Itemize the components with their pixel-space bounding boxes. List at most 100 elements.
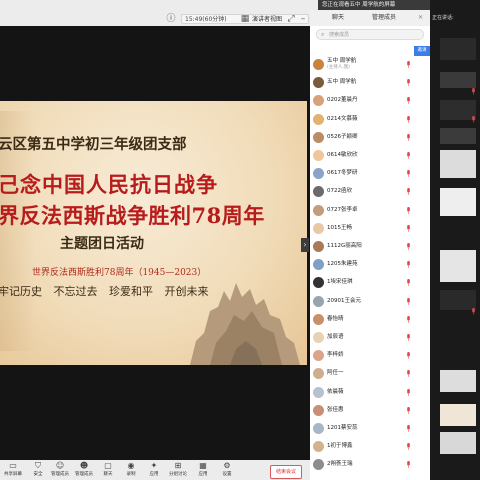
invite-button[interactable]: 邀请	[414, 46, 430, 56]
video-tile[interactable]	[440, 128, 476, 144]
participant-row[interactable]: 0722函欣	[310, 184, 414, 199]
toolbar-apps-button[interactable]: ✦ 应用	[143, 460, 165, 480]
participant-name: 五中 周学航	[327, 58, 357, 64]
fullscreen-icon[interactable]: ⤢	[286, 14, 296, 24]
video-tile[interactable]	[440, 188, 476, 216]
avatar	[313, 95, 324, 107]
participant-row[interactable]: 李梓娇	[310, 348, 414, 363]
toolbar-security-button[interactable]: ⛉ 安全	[27, 460, 49, 480]
mic-muted-icon	[407, 461, 410, 469]
toolbar-settings-button[interactable]: ⚙ 设置	[216, 460, 238, 480]
minimize-icon[interactable]: –	[298, 14, 308, 24]
participant-row[interactable]: 1201蔡安蕊	[310, 421, 414, 436]
mic-muted-icon	[407, 97, 410, 105]
toolbar-members-button[interactable]: ☻ 管理成员	[73, 460, 95, 480]
slide-subtitle: 主题团日活动	[60, 236, 144, 252]
meeting-info-icon[interactable]: ⓘ	[166, 14, 176, 24]
participant-row[interactable]: 春怡晴	[310, 312, 414, 327]
mic-muted-icon	[471, 108, 476, 123]
participant-row[interactable]: 20901王会元	[310, 294, 414, 309]
video-tile[interactable]	[440, 38, 476, 60]
participant-row[interactable]: 张佳惠	[310, 403, 414, 418]
mic-muted-icon	[407, 133, 410, 141]
toolbar-chat-button[interactable]: ▢ 聊天	[97, 460, 119, 480]
avatar	[313, 332, 324, 343]
participant-row[interactable]: 五中 周学航	[310, 75, 414, 90]
participant-row[interactable]: 阿任一	[310, 366, 414, 381]
participant-row[interactable]: 1015王畅	[310, 221, 414, 236]
participants-panel: 聊天 管理成员 ✕ ⌕ 搜索成员 邀请 五中 周学航 (主持人,我) 五中 周学航 0…	[310, 10, 430, 480]
participant-row[interactable]: 0617冬梦研	[310, 166, 414, 181]
participant-name: 1015王畅	[327, 224, 352, 231]
video-tile[interactable]	[440, 370, 476, 392]
participant-row[interactable]: 0727张李卓	[310, 203, 414, 218]
participant-row[interactable]: 0214文慕薇	[310, 112, 414, 127]
mic-muted-icon	[407, 188, 410, 196]
participant-name: 李梓娇	[327, 352, 344, 359]
video-tile[interactable]	[440, 432, 476, 454]
toolbar-apps2-button[interactable]: ▦ 应用	[192, 460, 214, 480]
toolbar-share-button[interactable]: ▭ 共享屏幕	[2, 460, 24, 480]
participant-name: 0202董晨丹	[327, 97, 358, 104]
participant-row[interactable]: 加辰语	[310, 330, 414, 345]
participant-name: 0214文慕薇	[327, 115, 358, 122]
participant-row[interactable]: 五中 周学航 (主持人,我)	[310, 57, 414, 72]
participant-list: 五中 周学航 (主持人,我) 五中 周学航 0202董晨丹 0214文慕薇 0526子颖卿…	[310, 57, 414, 480]
avatar	[313, 404, 324, 416]
avatar	[313, 277, 324, 289]
mic-muted-icon	[407, 170, 410, 177]
video-tile[interactable]	[440, 404, 476, 426]
speaking-status: 正在讲话:	[432, 15, 454, 21]
participant-name: 张佳惠	[327, 406, 344, 413]
participant-name: 0617冬梦研	[327, 170, 358, 177]
participant-row[interactable]: 0614敏欣欣	[310, 148, 414, 163]
participant-name: 1112G丽高阳	[327, 243, 362, 249]
monument-image	[190, 283, 300, 365]
video-tile[interactable]	[440, 150, 476, 178]
avatar	[313, 441, 324, 453]
participant-name: 0727张李卓	[327, 206, 358, 213]
apps-grid-icon: ▦	[199, 461, 207, 470]
manage-members-icon: ☺	[55, 461, 65, 470]
tab-chat[interactable]: 聊天	[332, 10, 344, 26]
participant-name: 阿任一	[327, 370, 344, 377]
avatar	[313, 113, 324, 125]
apps-icon: ✦	[150, 461, 158, 470]
grid-icon[interactable]: ▦	[240, 14, 250, 24]
mic-muted-icon	[407, 370, 410, 378]
participant-row[interactable]: 依晨薇	[310, 385, 414, 400]
participant-row[interactable]: 1112G丽高阳	[310, 239, 414, 254]
chevron-right-icon[interactable]: ›	[301, 238, 309, 252]
mic-muted-icon	[407, 297, 410, 305]
participant-name: 1205朱建苑	[327, 261, 358, 268]
avatar	[313, 168, 324, 180]
breakout-icon: ⊞	[174, 461, 182, 470]
avatar	[313, 313, 324, 325]
participant-row[interactable]: 1埃宋佳琪	[310, 275, 414, 290]
video-tile[interactable]	[440, 250, 476, 282]
presentation-slide: 云区第五中学初三年级团支部 己念中国人民抗日战争 界反法西斯战争胜利78周年 主…	[0, 101, 307, 365]
participant-name: 0526子颖卿	[327, 133, 358, 140]
toolbar-breakout-button[interactable]: ⊞ 分组讨论	[167, 460, 189, 480]
toolbar-manage-button[interactable]: ☺ 管理成员	[49, 460, 71, 480]
avatar	[313, 59, 324, 70]
mic-muted-icon	[407, 352, 410, 359]
participant-name: 春怡晴	[327, 315, 344, 322]
panel-close-icon[interactable]: ✕	[418, 10, 423, 26]
participant-row[interactable]: 0202董晨丹	[310, 93, 414, 108]
participant-row[interactable]: 0526子颖卿	[310, 130, 414, 145]
tab-manage-members[interactable]: 管理成员	[372, 10, 396, 26]
share-notice: 您正在观看五中 周学航的屏幕	[318, 0, 430, 10]
end-meeting-button[interactable]: 结束会议	[270, 465, 302, 479]
avatar	[313, 459, 324, 471]
speaker-view-button[interactable]: 演讲者视图	[252, 14, 282, 25]
participant-row[interactable]: 2朔荟王瑞	[310, 457, 414, 472]
avatar	[313, 423, 324, 434]
mic-muted-icon	[407, 61, 410, 68]
participant-row[interactable]: 1205朱建苑	[310, 257, 414, 272]
search-placeholder: 搜索成员	[329, 32, 350, 38]
toolbar-record-button[interactable]: ◉ 录制	[120, 460, 142, 480]
participant-name: 0722函欣	[327, 188, 352, 195]
participant-row[interactable]: 1初于博鑫	[310, 439, 414, 454]
member-search-input[interactable]: ⌕ 搜索成员	[316, 29, 424, 40]
